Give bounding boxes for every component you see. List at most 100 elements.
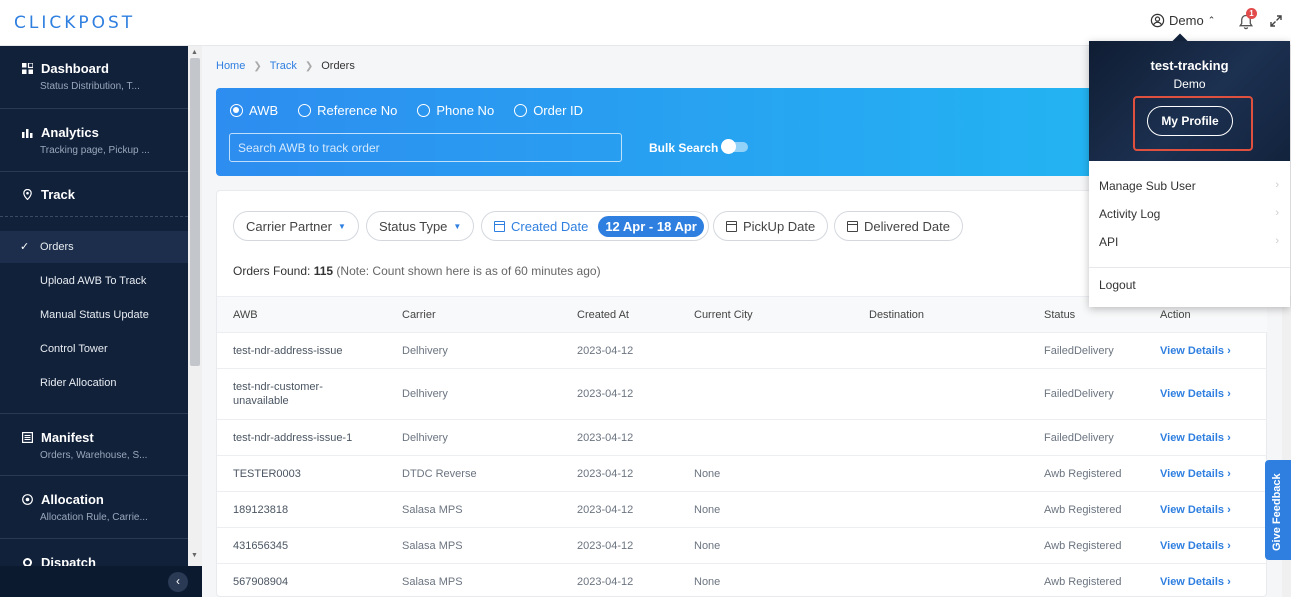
menu-item-manage-sub-user[interactable]: Manage Sub User › <box>1099 179 1279 193</box>
user-name: Demo <box>1169 13 1204 28</box>
view-details-link[interactable]: View Details › <box>1160 575 1231 589</box>
radio-reference-no[interactable]: Reference No <box>298 103 397 118</box>
view-details-link[interactable]: View Details › <box>1160 539 1231 553</box>
app-logo[interactable]: CLICKPOST <box>14 13 135 33</box>
user-menu-toggle[interactable]: Demo ⌃ <box>1150 13 1215 28</box>
sidebar-subitem-control-tower[interactable]: Control Tower <box>0 333 188 365</box>
created-date-range-chip: 12 Apr - 18 Apr <box>598 215 704 237</box>
chevron-right-icon: › <box>1227 432 1231 444</box>
chevron-left-icon: ‹ <box>176 574 180 588</box>
menu-item-activity-log[interactable]: Activity Log › <box>1099 207 1279 221</box>
awb-cell: 431656345 <box>233 540 289 552</box>
sidebar-subitem-manual-status-update[interactable]: Manual Status Update <box>0 299 188 331</box>
caret-down-icon: ▼ <box>453 221 462 231</box>
target-icon <box>22 494 33 505</box>
created-cell: 2023-04-12 <box>577 576 634 588</box>
calendar-icon <box>726 220 737 232</box>
status-cell: Awb Registered <box>1044 468 1122 480</box>
orders-found-count: 115 <box>313 264 334 278</box>
awb-search-input[interactable] <box>229 133 622 162</box>
city-cell: None <box>694 576 721 588</box>
city-cell: None <box>694 468 721 480</box>
radio-awb[interactable]: AWB <box>230 103 278 118</box>
radio-empty-icon <box>298 104 312 117</box>
search-type-radio-group: AWB Reference No Phone No Order ID <box>230 103 583 118</box>
view-details-link[interactable]: View Details › <box>1160 387 1231 401</box>
scroll-down-arrow-icon[interactable]: ▼ <box>191 552 198 559</box>
bulk-search-toggle-knob[interactable] <box>721 139 736 154</box>
awb-cell: test-ndr-address-issue-1 <box>233 432 353 444</box>
caret-down-icon: ▼ <box>337 221 346 231</box>
sidebar-subitem-rider-allocation[interactable]: Rider Allocation <box>0 367 188 399</box>
view-details-link[interactable]: View Details › <box>1160 344 1231 358</box>
carrier-partner-filter[interactable]: Carrier Partner ▼ <box>233 211 359 241</box>
radio-empty-icon <box>417 104 431 117</box>
sidebar-item-subtitle: Orders, Warehouse, S... <box>40 450 148 461</box>
chevron-right-icon: › <box>1227 576 1231 588</box>
chevron-right-icon: › <box>1275 179 1279 191</box>
column-header-current-city: Current City <box>694 309 753 321</box>
carrier-cell: Delhivery <box>402 432 448 444</box>
chevron-right-icon: › <box>1227 468 1231 480</box>
breadcrumb-current: Orders <box>321 60 355 72</box>
sidebar-item-label: Allocation <box>41 492 104 507</box>
expand-icon[interactable] <box>1269 14 1283 28</box>
pickup-date-filter[interactable]: PickUp Date <box>713 211 829 241</box>
sidebar-item-label: Dashboard <box>41 61 109 76</box>
radio-order-id[interactable]: Order ID <box>514 103 583 118</box>
sidebar-item-subtitle: Allocation Rule, Carrie... <box>40 512 148 523</box>
bar-chart-icon <box>22 129 33 138</box>
view-details-link[interactable]: View Details › <box>1160 467 1231 481</box>
sidebar-subitem-upload-awb[interactable]: Upload AWB To Track <box>0 265 188 297</box>
sidebar-item-dashboard[interactable]: Dashboard Status Distribution, T... <box>0 46 188 109</box>
collapse-sidebar-button[interactable]: ‹ <box>168 572 188 592</box>
awb-cell: 567908904 <box>233 576 289 588</box>
sidebar-item-track[interactable]: Track <box>0 172 188 217</box>
chevron-up-icon: ⌃ <box>1207 15 1216 25</box>
sidebar-item-manifest[interactable]: Manifest Orders, Warehouse, S... <box>0 413 188 476</box>
carrier-cell: DTDC Reverse <box>402 468 477 480</box>
sidebar-item-label: Analytics <box>41 125 99 140</box>
delivered-date-filter[interactable]: Delivered Date <box>834 211 963 241</box>
created-date-filter[interactable]: Created Date 12 Apr - 18 Apr <box>481 211 709 241</box>
radio-empty-icon <box>514 104 528 117</box>
city-cell: None <box>694 540 721 552</box>
status-type-filter[interactable]: Status Type ▼ <box>366 211 475 241</box>
notification-badge: 1 <box>1246 8 1257 19</box>
chevron-right-icon: ❯ <box>253 60 262 72</box>
sidebar-scrollbar-thumb[interactable] <box>190 58 200 366</box>
carrier-cell: Delhivery <box>402 388 448 400</box>
radio-selected-icon <box>230 104 243 117</box>
view-details-link[interactable]: View Details › <box>1160 431 1231 445</box>
scroll-up-arrow-icon[interactable]: ▲ <box>191 49 198 56</box>
location-pin-icon <box>23 189 32 200</box>
view-details-link[interactable]: View Details › <box>1160 503 1231 517</box>
status-cell: FailedDelivery <box>1044 432 1114 444</box>
column-header-created-at: Created At <box>577 309 629 321</box>
chevron-right-icon: ❯ <box>304 60 314 72</box>
radio-phone-no[interactable]: Phone No <box>417 103 494 118</box>
sidebar-item-analytics[interactable]: Analytics Tracking page, Pickup ... <box>0 109 188 172</box>
awb-cell: 189123818 <box>233 504 289 516</box>
breadcrumb: Home ❯ Track ❯ Orders <box>216 60 355 72</box>
sidebar-subitem-orders[interactable]: ✓ Orders <box>0 231 188 263</box>
menu-divider <box>1089 267 1290 268</box>
menu-item-logout[interactable]: Logout <box>1099 278 1279 292</box>
city-cell: None <box>694 504 721 516</box>
chevron-right-icon: › <box>1275 207 1279 219</box>
created-cell: 2023-04-12 <box>577 432 634 444</box>
chevron-right-icon: › <box>1275 235 1279 247</box>
carrier-cell: Salasa MPS <box>402 504 463 516</box>
status-cell: FailedDelivery <box>1044 388 1114 400</box>
my-profile-button[interactable]: My Profile <box>1147 106 1233 136</box>
sidebar-item-label: Track <box>41 187 75 202</box>
status-cell: FailedDelivery <box>1044 345 1114 357</box>
column-header-status: Status <box>1044 309 1076 321</box>
breadcrumb-home[interactable]: Home <box>216 60 245 72</box>
breadcrumb-track[interactable]: Track <box>270 60 297 72</box>
column-header-destination: Destination <box>869 309 925 321</box>
sidebar-item-allocation[interactable]: Allocation Allocation Rule, Carrie... <box>0 476 188 539</box>
created-cell: 2023-04-12 <box>577 468 634 480</box>
account-role: Demo <box>1173 77 1206 91</box>
menu-item-api[interactable]: API › <box>1099 235 1279 249</box>
